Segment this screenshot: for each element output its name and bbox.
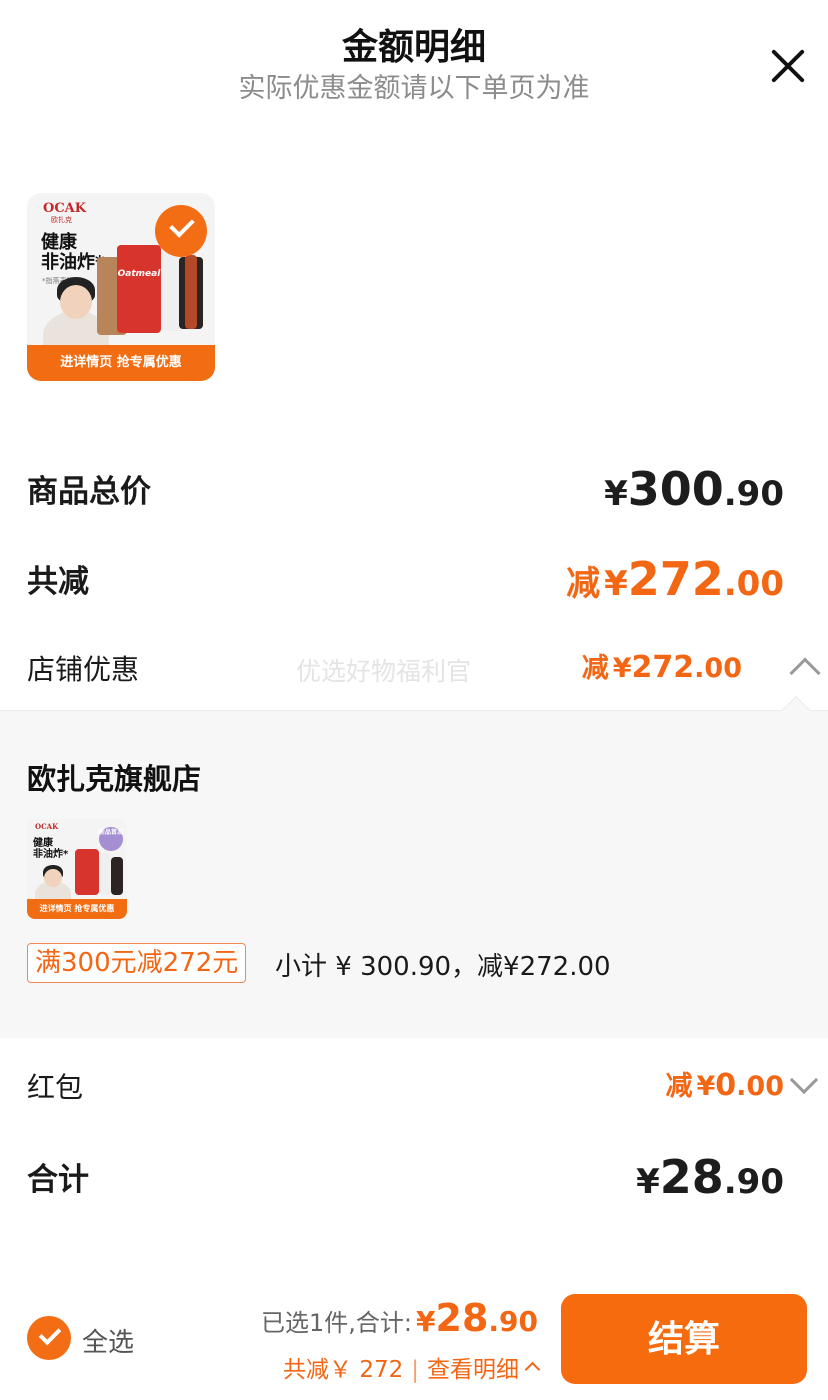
store-discount-value: 减 ¥272.00	[581, 650, 742, 685]
checkout-button[interactable]: 结算	[561, 1294, 807, 1384]
select-all-label[interactable]: 全选	[82, 1322, 134, 1359]
shop-subtotal: 小计 ¥ 300.90，减¥272.00	[275, 952, 611, 982]
selected-summary: 已选1件,合计: ¥28.90	[261, 1296, 538, 1340]
store-discount-label: 店铺优惠	[27, 653, 140, 686]
chevron-up-icon[interactable]	[789, 657, 821, 689]
product-thumbnail[interactable]: OCAK 欧扎克 健康 非油炸* *指燕麦脆片 Oatmeal 进详情页 抢专属…	[27, 193, 215, 381]
row-total-price: 商品总价 ¥300.90	[27, 462, 784, 522]
discount-summary[interactable]: 共减￥ 272 | 查看明细	[283, 1350, 541, 1384]
product-headline-1: 健康	[41, 232, 77, 253]
close-icon[interactable]	[768, 46, 808, 86]
row-total-discount: 共减 减 ¥272.00	[27, 552, 784, 612]
grand-total-label: 合计	[27, 1162, 89, 1198]
product-banner: 进详情页 抢专属优惠	[27, 345, 215, 381]
total-price-label: 商品总价	[27, 474, 151, 510]
product-headline-2: 非油炸*	[41, 252, 105, 273]
new-product-badge: 新品首发	[99, 827, 123, 851]
brand-logo: OCAK	[35, 822, 59, 831]
product-pack-4	[111, 857, 123, 895]
page-subtitle: 实际优惠金额请以下单页为准	[238, 73, 590, 104]
row-grand-total: 合计 ¥28.90	[27, 1150, 784, 1210]
divider: |	[411, 1357, 419, 1383]
brand-logo: OCAK	[43, 201, 87, 216]
product-pack-2: Oatmeal	[117, 245, 161, 333]
model-face	[44, 869, 62, 887]
select-all-check-icon[interactable]	[27, 1316, 71, 1360]
product-headline-1: 健康	[33, 838, 53, 849]
product-pack-3	[99, 853, 111, 895]
chevron-up-icon	[524, 1361, 541, 1378]
total-discount-value: 减 ¥272.00	[566, 552, 784, 606]
shop-product-thumbnail[interactable]: OCAK 健康 非油炸* 新品首发 进详情页 抢专属优惠	[27, 819, 127, 919]
shop-name: 欧扎克旗舰店	[27, 762, 202, 796]
product-headline-2: 非油炸*	[33, 849, 69, 860]
promo-tag: 满300元减272元	[27, 943, 247, 983]
product-pack-2	[75, 849, 99, 895]
product-banner: 进详情页 抢专属优惠	[27, 899, 127, 919]
footer-total-int: 28	[435, 1296, 489, 1340]
discount-summary-text: 共减￥ 272	[283, 1357, 404, 1383]
view-detail-link[interactable]: 查看明细	[427, 1357, 519, 1383]
selected-check-icon[interactable]	[155, 205, 207, 257]
brand-logo-cn: 欧扎克	[51, 216, 72, 224]
model-face	[60, 285, 92, 319]
grand-total-value: ¥28.90	[636, 1150, 784, 1204]
chevron-down-icon[interactable]	[789, 1065, 819, 1095]
red-packet-label: 红包	[27, 1071, 84, 1104]
total-discount-label: 共减	[27, 564, 89, 600]
product-pack-5	[185, 255, 197, 329]
total-price-value: ¥300.90	[604, 462, 784, 516]
page-title: 金额明细	[341, 27, 486, 68]
selected-count: 已选1件,合计:	[261, 1309, 413, 1337]
watermark: 优选好物福利官	[296, 657, 472, 686]
modal-header: 金额明细 实际优惠金额请以下单页为准	[0, 0, 828, 110]
red-packet-value: 减 ¥0.00	[665, 1068, 784, 1103]
footer-total-dec: .90	[488, 1305, 538, 1338]
footer-total-yen: ¥	[416, 1305, 436, 1338]
row-red-packet[interactable]: 红包 减 ¥0.00	[27, 1064, 784, 1108]
